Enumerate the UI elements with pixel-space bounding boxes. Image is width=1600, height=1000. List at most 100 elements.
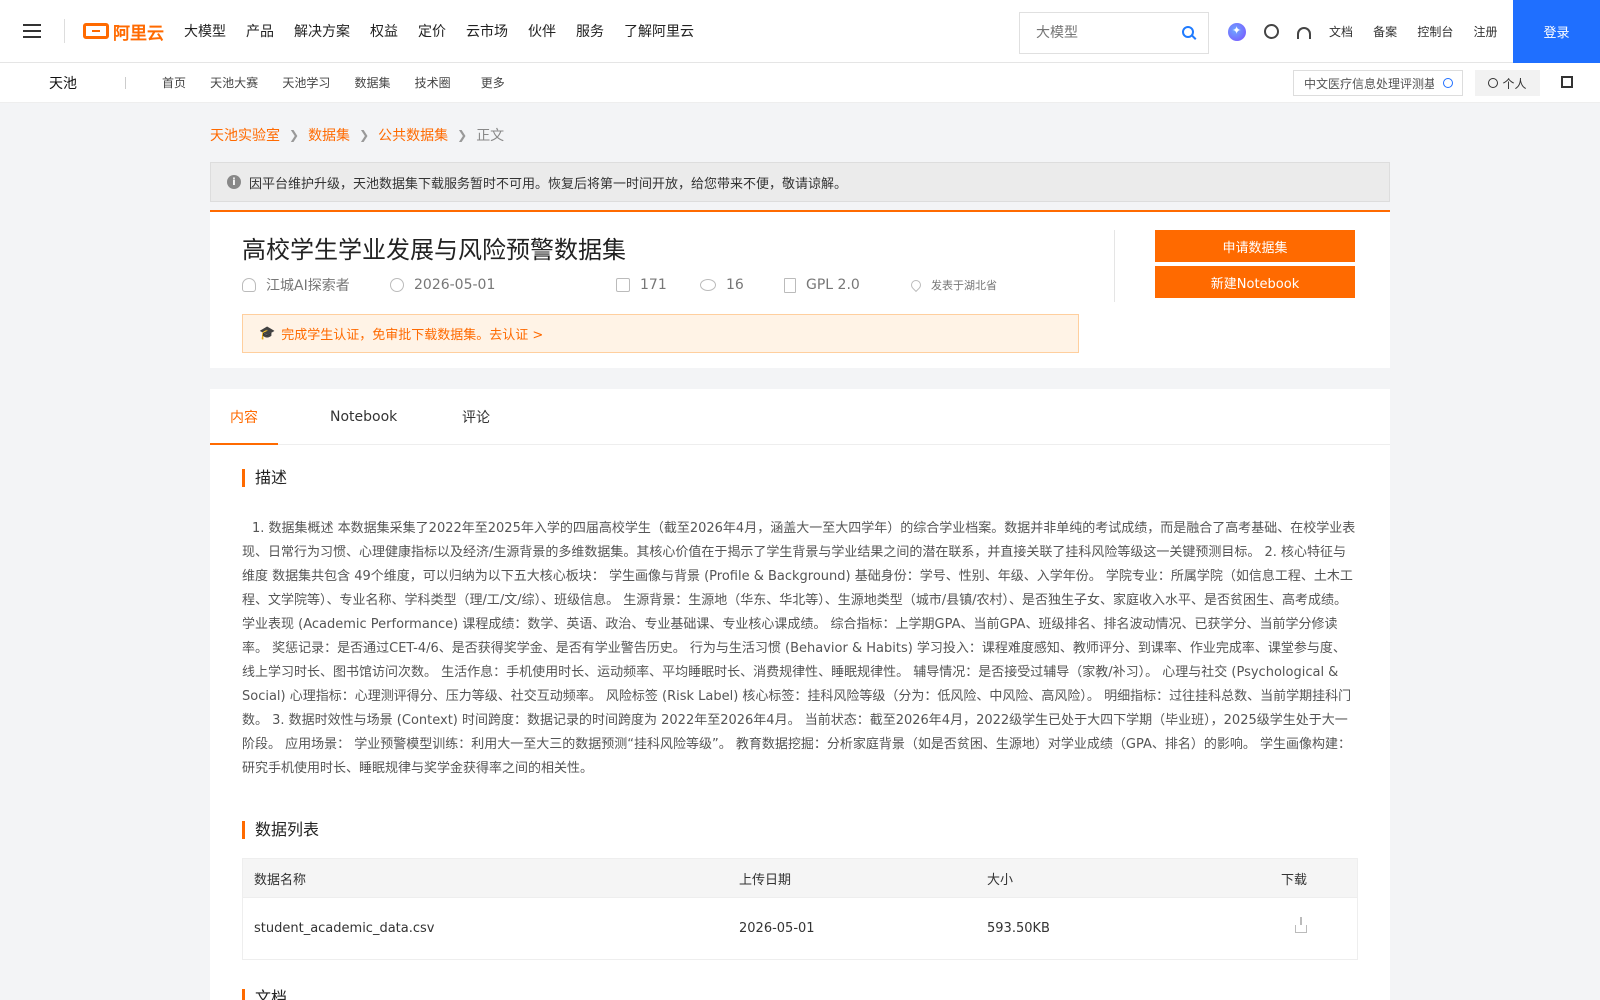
subnav-datasets[interactable]: 数据集	[354, 76, 390, 90]
sub-search	[1293, 70, 1463, 96]
download-icon[interactable]	[1295, 916, 1307, 933]
info-icon: i	[227, 175, 241, 189]
crumb-public-datasets[interactable]: 公共数据集	[378, 125, 448, 145]
description-heading: 描述	[242, 469, 287, 487]
header-divider	[64, 19, 65, 43]
publish-date: 2026-05-01	[414, 277, 496, 293]
subnav-tech-circle[interactable]: 技术圈	[415, 76, 451, 90]
dataset-title: 高校学生学业发展与风险预警数据集	[242, 236, 626, 264]
subnav-learning[interactable]: 天池学习	[282, 76, 330, 90]
location-pin-icon	[908, 277, 924, 293]
table-header: 数据名称 上传日期 大小 下载	[243, 859, 1357, 897]
col-download: 下载	[1281, 872, 1308, 888]
menu-button[interactable]	[0, 0, 64, 63]
student-cert-banner[interactable]: 🎓 完成学生认证，免审批下载数据集。去认证 >	[242, 314, 1079, 353]
dataset-content: 描述 1. 数据集概述 本数据集采集了2022年至2025年入学的四届高校学生（…	[210, 445, 1390, 1000]
card-divider	[1114, 230, 1115, 302]
subnav-home[interactable]: 首页	[162, 76, 186, 90]
login-button[interactable]: 登录	[1513, 0, 1600, 63]
meta-location: 发表于湖北省	[908, 277, 997, 293]
author-name[interactable]: 江城AI探索者	[266, 275, 350, 295]
explore-icon[interactable]	[1264, 24, 1279, 39]
docs-heading: 文档	[242, 989, 287, 1000]
main-nav: 大模型 产品 解决方案 权益 定价 云市场 伙伴 服务 了解阿里云	[184, 0, 714, 63]
support-icon[interactable]	[1297, 26, 1311, 39]
aliyun-logo-icon	[83, 23, 109, 39]
notice-text: 因平台维护升级，天池数据集下载服务暂时不可用。恢复后将第一时间开放，给您带来不便…	[249, 176, 848, 192]
nav-item-benefits[interactable]: 权益	[370, 21, 398, 41]
meta-license: GPL 2.0	[784, 277, 911, 293]
user-icon	[242, 278, 256, 292]
tab-content[interactable]: 内容	[210, 389, 278, 446]
search-icon[interactable]	[1443, 78, 1453, 88]
tab-comments[interactable]: 评论	[462, 389, 490, 445]
crumb-lab[interactable]: 天池实验室	[210, 125, 280, 145]
license-icon	[784, 277, 796, 293]
aliyun-logo[interactable]: 阿里云	[83, 19, 164, 44]
meta-date: 2026-05-01	[390, 277, 616, 293]
search-icon[interactable]	[1182, 26, 1194, 38]
tianchi-brand[interactable]: 天池	[49, 73, 77, 93]
header-search	[1019, 12, 1209, 54]
col-date: 上传日期	[739, 872, 792, 888]
ai-assistant-icon[interactable]	[1228, 22, 1246, 41]
subheader-divider	[125, 76, 126, 89]
chevron-right-icon: ❯	[359, 128, 370, 142]
header-search-input[interactable]	[1036, 25, 1176, 41]
subnav-competitions[interactable]: 天池大赛	[210, 76, 258, 90]
nav-item-solutions[interactable]: 解决方案	[294, 21, 350, 41]
chevron-right-icon: ❯	[289, 128, 300, 142]
crumb-datasets[interactable]: 数据集	[308, 125, 350, 145]
dataset-meta: 江城AI探索者 2026-05-01 171 16 GPL 2.0 发表于湖北省	[242, 275, 997, 295]
logo-text: 阿里云	[113, 23, 164, 44]
download-count: 171	[640, 277, 667, 293]
nav-item-partners[interactable]: 伙伴	[528, 21, 556, 41]
nav-item-llm[interactable]: 大模型	[184, 21, 226, 41]
nav-item-about[interactable]: 了解阿里云	[624, 21, 694, 41]
col-size: 大小	[987, 872, 1014, 888]
meta-author: 江城AI探索者	[242, 275, 390, 295]
subnav-more[interactable]: 更多	[481, 76, 505, 90]
dataset-description: 1. 数据集概述 本数据集采集了2022年至2025年入学的四届高校学生（截至2…	[242, 521, 1356, 776]
tab-notebook[interactable]: Notebook	[330, 389, 397, 445]
license-text: GPL 2.0	[806, 277, 860, 293]
content-tabs: 内容 Notebook 评论	[210, 389, 1390, 446]
link-register[interactable]: 注册	[1473, 25, 1497, 39]
top-header: 阿里云 大模型 产品 解决方案 权益 定价 云市场 伙伴 服务 了解阿里云 文档…	[0, 0, 1600, 63]
breadcrumb: 天池实验室 ❯ 数据集 ❯ 公共数据集 ❯ 正文	[210, 125, 504, 145]
download-icon	[616, 278, 630, 292]
header-utilities: 文档 备案 控制台 注册	[1228, 0, 1513, 63]
apply-dataset-button[interactable]: 申请数据集	[1155, 230, 1355, 262]
view-icon	[700, 279, 716, 291]
nav-item-services[interactable]: 服务	[576, 21, 604, 41]
new-notebook-button[interactable]: 新建Notebook	[1155, 266, 1355, 298]
personal-label: 个人	[1502, 76, 1527, 91]
user-icon	[1488, 78, 1499, 88]
nav-item-pricing[interactable]: 定价	[418, 21, 446, 41]
location-text: 发表于湖北省	[931, 279, 997, 292]
link-console[interactable]: 控制台	[1417, 25, 1453, 39]
chevron-right-icon: ❯	[457, 128, 468, 142]
file-size: 593.50KB	[987, 921, 1050, 936]
data-list-heading: 数据列表	[242, 821, 319, 839]
sub-nav: 首页 天池大赛 天池学习 数据集 技术圈 更多	[162, 74, 525, 91]
graduation-cap-icon: 🎓	[259, 326, 276, 341]
nav-item-marketplace[interactable]: 云市场	[466, 21, 508, 41]
crumb-current: 正文	[476, 128, 505, 144]
col-name: 数据名称	[254, 872, 307, 888]
sub-search-input[interactable]	[1304, 76, 1434, 90]
maintenance-notice: i 因平台维护升级，天池数据集下载服务暂时不可用。恢复后将第一时间开放，给您带来…	[210, 162, 1390, 202]
fullscreen-icon[interactable]	[1561, 76, 1573, 88]
dataset-header-card: 高校学生学业发展与风险预警数据集 江城AI探索者 2026-05-01 171 …	[210, 210, 1390, 368]
table-row: student_academic_data.csv 2026-05-01 593…	[243, 897, 1357, 959]
link-docs[interactable]: 文档	[1329, 25, 1353, 39]
link-icp[interactable]: 备案	[1373, 25, 1397, 39]
nav-item-products[interactable]: 产品	[246, 21, 274, 41]
view-count: 16	[726, 277, 744, 293]
personal-button[interactable]: 个人	[1475, 70, 1540, 96]
hamburger-icon	[23, 24, 41, 38]
tianchi-subheader: 天池 首页 天池大赛 天池学习 数据集 技术圈 更多 个人	[0, 63, 1600, 103]
cert-text[interactable]: 完成学生认证，免审批下载数据集。去认证 >	[281, 324, 543, 343]
meta-downloads: 171	[616, 277, 700, 293]
file-name[interactable]: student_academic_data.csv	[254, 921, 434, 936]
